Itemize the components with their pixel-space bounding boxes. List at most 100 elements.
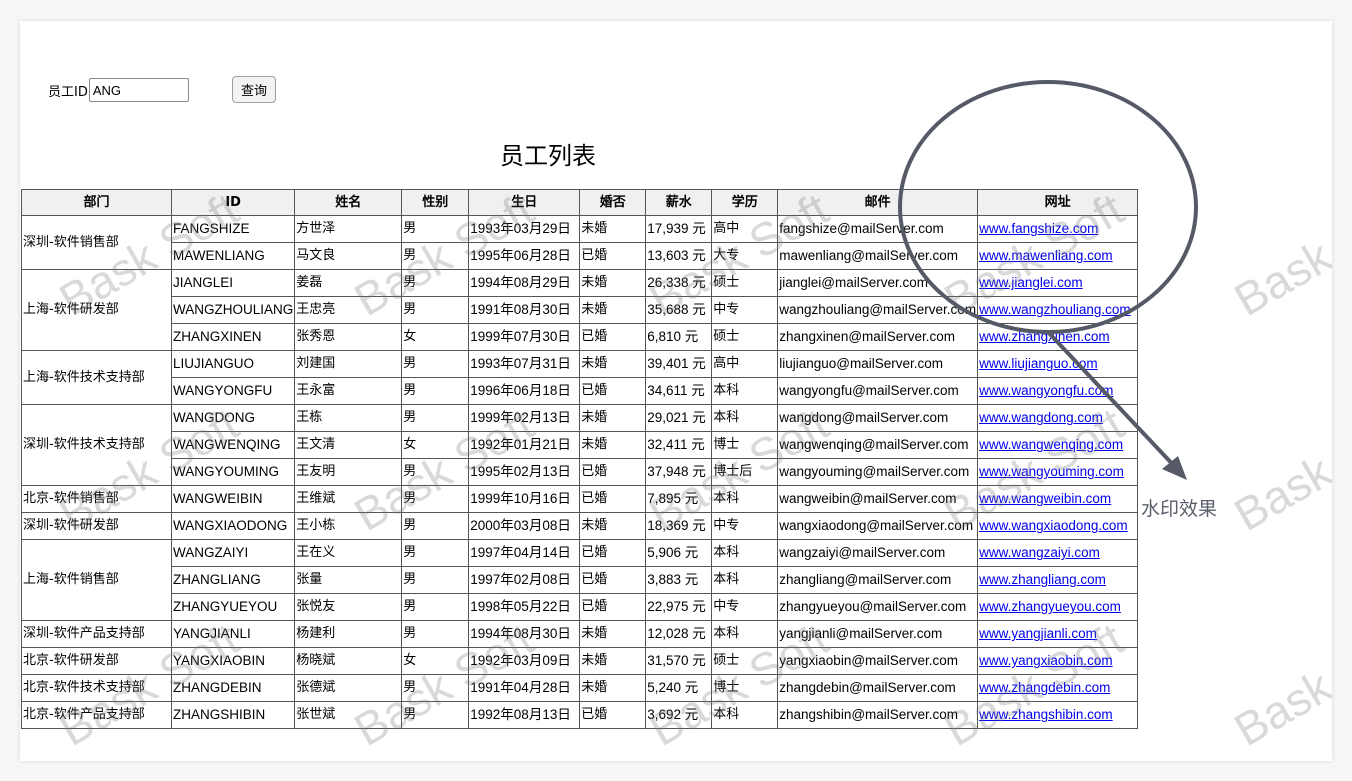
website-cell: www.wangzhouliang.com [977,296,1139,324]
website-link[interactable]: www.zhangxinen.com [979,329,1110,344]
married-cell: 未婚 [579,431,647,459]
dept-cell: 深圳-软件研发部 [21,512,172,540]
salary-cell: 39,401 元 [645,350,713,378]
married-cell: 已婚 [579,377,647,405]
website-link[interactable]: www.wangyongfu.com [979,383,1113,398]
married-cell: 已婚 [579,323,647,351]
table-body: 深圳-软件销售部 FANGSHIZE 方世泽男 1993年03月29日 未婚 17,939… [21,215,1139,729]
education-cell: 高中 [711,215,779,243]
birthday-cell: 1992年01月21日 [468,431,581,459]
married-cell: 未婚 [579,296,647,324]
website-link[interactable]: www.wangdong.com [979,410,1103,425]
salary-cell: 18,369 元 [645,512,713,540]
website-link[interactable]: www.zhangdebin.com [979,680,1110,695]
page-title: 员工列表 [500,142,596,170]
email-cell: zhangyueyou@mailServer.com [777,593,979,621]
gender-cell: 女 [401,431,470,459]
table-row: 深圳-软件研发部 WANGXIAODONG 王小栋男 2000年03月08日 未婚 18,… [21,512,1139,540]
education-cell: 本科 [711,377,779,405]
column-header-salary: 薪水 [645,189,713,216]
gender-cell: 男 [401,215,470,243]
married-cell: 未婚 [579,674,647,702]
education-cell: 中专 [711,296,779,324]
employee-id-cell: YANGXIAOBIN [170,647,296,675]
salary-cell: 34,611 元 [645,377,713,405]
employee-id-input[interactable] [88,78,189,102]
employee-id-cell: YANGJIANLI [170,620,296,648]
website-link[interactable]: www.fangshize.com [979,221,1098,236]
column-header-gender: 性别 [401,189,470,216]
email-cell: wangwenqing@mailServer.com [777,431,979,459]
website-link[interactable]: www.zhangyueyou.com [979,599,1121,614]
education-cell: 中专 [711,593,779,621]
website-link[interactable]: www.zhangshibin.com [979,707,1113,722]
birthday-cell: 1995年06月28日 [468,242,581,270]
employee-id-cell: ZHANGSHIBIN [170,701,296,729]
name-cell: 杨建利 [294,620,403,648]
email-cell: yangxiaobin@mailServer.com [777,647,979,675]
salary-cell: 5,906 元 [645,539,713,567]
website-link[interactable]: www.wangwenqing.com [979,437,1123,452]
email-cell: yangjianli@mailServer.com [777,620,979,648]
employee-id-cell: WANGYONGFU [170,377,296,405]
education-cell: 硕士 [711,647,779,675]
education-cell: 本科 [711,485,779,513]
website-link[interactable]: www.wangzhouliang.com [979,302,1131,317]
employee-id-cell: LIUJIANGUO [170,350,296,378]
website-link[interactable]: www.wangweibin.com [979,491,1111,506]
table-row: ZHANGYUEYOU 张悦友男 1998年05月22日 已婚 22,975 元中专 zh… [22,593,1139,621]
query-button[interactable]: 查询 [232,76,276,103]
table-row: WANGZHOULIANG 王忠亮男 1991年08月30日 未婚 35,688 元中专… [22,296,1139,324]
website-cell: www.zhangyueyou.com [977,593,1139,621]
education-cell: 本科 [711,404,779,432]
website-link[interactable]: www.wangzaiyi.com [979,545,1100,560]
dept-cell: 深圳-软件产品支持部 [21,620,172,648]
website-link[interactable]: www.wangxiaodong.com [979,518,1128,533]
name-cell: 王友明 [294,458,403,486]
website-link[interactable]: www.wangyouming.com [979,464,1124,479]
email-cell: wangxiaodong@mailServer.com [777,512,979,540]
dept-cell: 北京-软件研发部 [21,647,172,675]
employee-id-cell: WANGDONG [170,404,296,432]
table-header-row: 部门 ID 姓名 性别 生日 婚否 薪水 学历 邮件 网址 [21,189,1139,216]
gender-cell: 男 [401,593,470,621]
salary-cell: 31,570 元 [645,647,713,675]
website-link[interactable]: www.yangxiaobin.com [979,653,1113,668]
website-cell: www.yangjianli.com [977,620,1139,648]
watermark-text: Bask Soft [1225,397,1333,541]
website-cell: www.wangzaiyi.com [977,539,1139,567]
birthday-cell: 1999年10月16日 [468,485,581,513]
name-cell: 刘建国 [294,350,403,378]
birthday-cell: 2000年03月08日 [468,512,581,540]
table-row: 上海-软件销售部 WANGZAIYI 王在义男 1997年04月14日 已婚 5,906 … [21,539,1139,621]
dept-cell: 深圳-软件销售部 [21,215,172,270]
gender-cell: 男 [401,620,470,648]
name-cell: 王文清 [294,431,403,459]
education-cell: 本科 [711,701,779,729]
gender-cell: 男 [401,485,470,513]
website-link[interactable]: www.yangjianli.com [979,626,1097,641]
birthday-cell: 1999年02月13日 [468,404,581,432]
website-link[interactable]: www.zhangliang.com [979,572,1106,587]
employee-id-cell: ZHANGLIANG [170,566,296,594]
website-link[interactable]: www.mawenliang.com [979,248,1113,263]
employee-id-cell: ZHANGYUEYOU [170,593,296,621]
website-cell: www.zhangxinen.com [977,323,1139,351]
name-cell: 张世斌 [294,701,403,729]
website-link[interactable]: www.jianglei.com [979,275,1083,290]
married-cell: 未婚 [579,647,647,675]
employee-id-cell: WANGZHOULIANG [170,296,296,324]
email-cell: zhangliang@mailServer.com [777,566,979,594]
column-header-dept: 部门 [21,189,172,216]
website-cell: www.zhangdebin.com [977,674,1139,702]
education-cell: 本科 [711,566,779,594]
salary-cell: 37,948 元 [645,458,713,486]
column-header-email: 邮件 [777,189,979,216]
salary-cell: 12,028 元 [645,620,713,648]
name-cell: 张秀恩 [294,323,403,351]
salary-cell: 7,895 元 [645,485,713,513]
website-cell: www.fangshize.com [977,215,1139,243]
website-link[interactable]: www.liujianguo.com [979,356,1098,371]
website-cell: www.wangweibin.com [977,485,1139,513]
married-cell: 未婚 [579,215,647,243]
